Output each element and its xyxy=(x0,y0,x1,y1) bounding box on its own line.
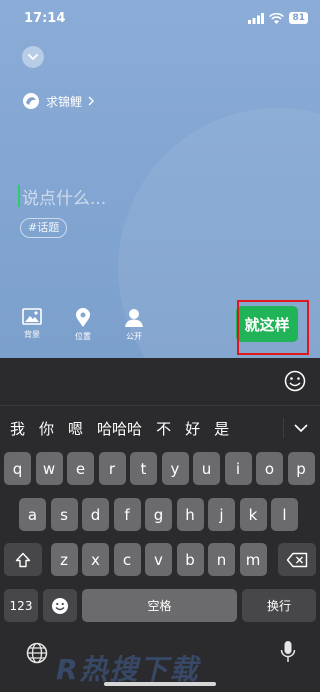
person-icon xyxy=(125,309,143,327)
keyboard: 我 你 嗯 哈哈哈 不 好 是 q w e r t y u i o p a s … xyxy=(0,358,320,692)
key-o[interactable]: o xyxy=(256,452,283,485)
key-f[interactable]: f xyxy=(113,498,141,531)
post-text-input[interactable]: 说点什么... xyxy=(18,184,107,209)
post-editor: 17:14 81 求锦鲤 说点什么... #话题 背景 位置 公开 就这样 xyxy=(0,0,320,358)
candidate-item[interactable]: 好 xyxy=(185,418,200,439)
expand-candidates-button[interactable] xyxy=(288,412,314,444)
koi-icon xyxy=(23,93,39,109)
wifi-icon xyxy=(269,12,285,24)
key-g[interactable]: g xyxy=(145,498,172,531)
numbers-key[interactable]: 123 xyxy=(4,589,38,622)
candidate-item[interactable]: 哈哈哈 xyxy=(97,418,142,439)
dictation-button[interactable] xyxy=(280,640,296,668)
key-l[interactable]: l xyxy=(271,498,298,531)
candidate-item[interactable]: 不 xyxy=(156,418,171,439)
space-key[interactable]: 空格 xyxy=(82,589,237,622)
app-root: 17:14 81 求锦鲤 说点什么... #话题 背景 位置 公开 就这样 我 … xyxy=(0,0,320,692)
emoji-icon xyxy=(52,597,68,614)
key-p[interactable]: p xyxy=(287,452,315,485)
key-n[interactable]: n xyxy=(208,543,235,576)
home-indicator[interactable] xyxy=(104,682,216,686)
text-cursor xyxy=(18,185,20,207)
shift-icon xyxy=(15,552,31,567)
location-pin-icon xyxy=(76,308,90,327)
key-c[interactable]: c xyxy=(113,543,141,576)
candidate-item[interactable]: 我 xyxy=(10,418,25,439)
smiley-icon xyxy=(284,370,306,392)
chevron-down-icon xyxy=(28,53,38,60)
key-t[interactable]: t xyxy=(130,452,157,485)
key-k[interactable]: k xyxy=(239,498,267,531)
return-key[interactable]: 换行 xyxy=(242,589,316,622)
language-switch[interactable] xyxy=(26,642,48,668)
backspace-key[interactable] xyxy=(278,543,316,576)
candidate-item[interactable]: 你 xyxy=(39,418,54,439)
key-u[interactable]: u xyxy=(193,452,220,485)
key-a[interactable]: a xyxy=(19,498,46,531)
input-placeholder: 说点什么... xyxy=(22,188,107,209)
key-w[interactable]: w xyxy=(35,452,63,485)
key-q[interactable]: q xyxy=(4,452,31,485)
key-v[interactable]: v xyxy=(145,543,172,576)
status-time: 17:14 xyxy=(24,11,66,26)
visibility-tool[interactable]: 公开 xyxy=(114,308,154,342)
globe-icon xyxy=(26,642,48,664)
status-icons: 81 xyxy=(248,12,308,24)
key-i[interactable]: i xyxy=(224,452,252,485)
location-label: 位置 xyxy=(75,332,91,341)
candidate-item[interactable]: 是 xyxy=(214,418,229,439)
emoji-row xyxy=(0,358,320,406)
background-tool[interactable]: 背景 xyxy=(12,308,52,340)
location-tool[interactable]: 位置 xyxy=(63,308,103,342)
key-h[interactable]: h xyxy=(176,498,204,531)
status-bar: 17:14 81 xyxy=(0,0,320,40)
shift-key[interactable] xyxy=(4,543,42,576)
battery-icon: 81 xyxy=(289,12,308,24)
key-e[interactable]: e xyxy=(67,452,94,485)
key-b[interactable]: b xyxy=(176,543,204,576)
mode-label: 求锦鲤 xyxy=(46,94,83,109)
candidate-bar: 我 你 嗯 哈哈哈 不 好 是 xyxy=(0,412,320,444)
key-s[interactable]: s xyxy=(50,498,78,531)
candidate-item[interactable]: 嗯 xyxy=(68,418,83,439)
highlight-box xyxy=(237,300,309,355)
backspace-icon xyxy=(286,552,308,567)
signal-icon xyxy=(248,12,265,24)
emoji-toggle-button[interactable] xyxy=(284,370,306,396)
key-j[interactable]: j xyxy=(208,498,235,531)
image-icon xyxy=(22,308,42,325)
topic-chip[interactable]: #话题 xyxy=(20,218,68,238)
key-y[interactable]: y xyxy=(161,452,189,485)
key-d[interactable]: d xyxy=(82,498,109,531)
microphone-icon xyxy=(280,641,296,662)
chevron-down-icon xyxy=(294,424,308,432)
key-x[interactable]: x xyxy=(82,543,109,576)
background-label: 背景 xyxy=(24,330,40,339)
chevron-right-icon xyxy=(88,96,95,106)
emoji-key[interactable] xyxy=(43,589,77,622)
key-m[interactable]: m xyxy=(239,543,267,576)
key-r[interactable]: r xyxy=(98,452,126,485)
collapse-button[interactable] xyxy=(22,46,44,68)
visibility-label: 公开 xyxy=(126,332,142,341)
key-z[interactable]: z xyxy=(50,543,78,576)
post-mode-selector[interactable]: 求锦鲤 xyxy=(22,92,95,110)
candidate-divider xyxy=(283,418,284,438)
